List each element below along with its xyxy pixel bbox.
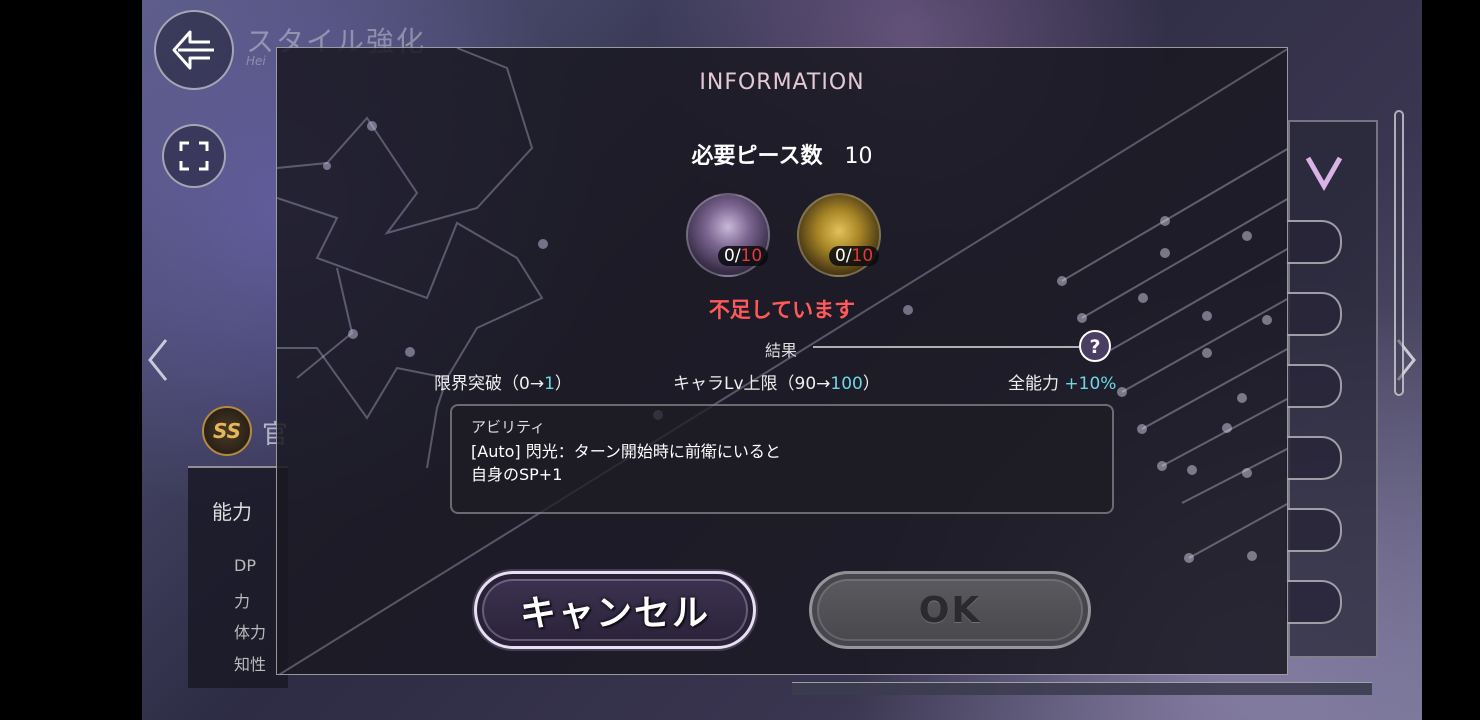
- stat-label: 知性: [234, 655, 267, 674]
- piece-need: 10: [851, 246, 874, 266]
- stat-label: 体力: [234, 623, 267, 642]
- result-text: キャラLv上限（90→: [673, 374, 831, 394]
- bottom-bar: [792, 682, 1372, 695]
- back-arrow-icon: [172, 30, 214, 70]
- piece-need: 10: [740, 246, 763, 266]
- stat-label: 力: [234, 592, 251, 611]
- fullscreen-icon: [179, 141, 209, 171]
- ability-description: [Auto] 閃光：ターン開始時に前衛にいると 自身のSP+1: [471, 442, 781, 484]
- result-suffix: ）: [862, 374, 880, 394]
- help-button[interactable]: ?: [1079, 330, 1111, 362]
- result-suffix: ）: [554, 374, 572, 394]
- result-value: 1: [544, 374, 555, 394]
- screen-subtitle: Hei: [246, 54, 266, 68]
- cancel-button[interactable]: キャンセル: [474, 571, 756, 649]
- back-button[interactable]: [154, 10, 234, 90]
- result-divider: [813, 346, 1079, 348]
- result-value: +10%: [1064, 374, 1117, 394]
- result-limit-break: 限界突破（0→1）: [434, 369, 572, 394]
- result-text: 限界突破（0→: [434, 374, 545, 394]
- result-level-cap: キャラLv上限（90→100）: [673, 369, 880, 394]
- result-text: 全能力: [1008, 374, 1065, 394]
- side-tab[interactable]: [1286, 220, 1342, 264]
- result-label: 結果: [765, 341, 798, 360]
- side-tab[interactable]: [1286, 292, 1342, 336]
- previous-arrow-icon[interactable]: [146, 338, 170, 382]
- right-side-panel: [1286, 120, 1378, 658]
- stats-header: 能力: [212, 500, 252, 524]
- ability-box: アビリティ [Auto] 閃光：ターン開始時に前衛にいると 自身のSP+1: [450, 404, 1114, 514]
- scrollbar-thumb[interactable]: [1394, 110, 1404, 396]
- required-label: 必要ピース数: [691, 144, 823, 169]
- side-tab[interactable]: [1286, 364, 1342, 408]
- information-dialog: INFORMATION 必要ピース数 10 0/10 0/10 不足しています 結…: [276, 47, 1288, 675]
- stats-panel: 能力 DP 力 体力 知性: [188, 466, 288, 688]
- required-count: 10: [844, 144, 873, 169]
- piece-count: 0/10: [718, 246, 769, 266]
- rank-badge: SS: [202, 406, 252, 456]
- dialog-title: INFORMATION: [699, 70, 865, 95]
- ability-title: アビリティ: [471, 418, 546, 436]
- required-pieces: 必要ピース数 10: [277, 138, 1287, 170]
- piece-count: 0/10: [829, 246, 880, 266]
- result-all-stats: 全能力 +10%: [1008, 369, 1116, 394]
- side-tab[interactable]: [1286, 436, 1342, 480]
- chevron-down-icon[interactable]: [1304, 152, 1344, 192]
- insufficient-warning: 不足しています: [708, 298, 856, 322]
- scrollbar[interactable]: [1394, 110, 1404, 690]
- ok-button[interactable]: OK: [809, 571, 1091, 649]
- piece-have: 0/: [724, 246, 741, 266]
- side-tab[interactable]: [1286, 580, 1342, 624]
- side-tab[interactable]: [1286, 508, 1342, 552]
- fullscreen-button[interactable]: [162, 124, 226, 188]
- piece-have: 0/: [835, 246, 852, 266]
- result-value: 100: [830, 374, 863, 394]
- stat-label: DP: [234, 556, 256, 575]
